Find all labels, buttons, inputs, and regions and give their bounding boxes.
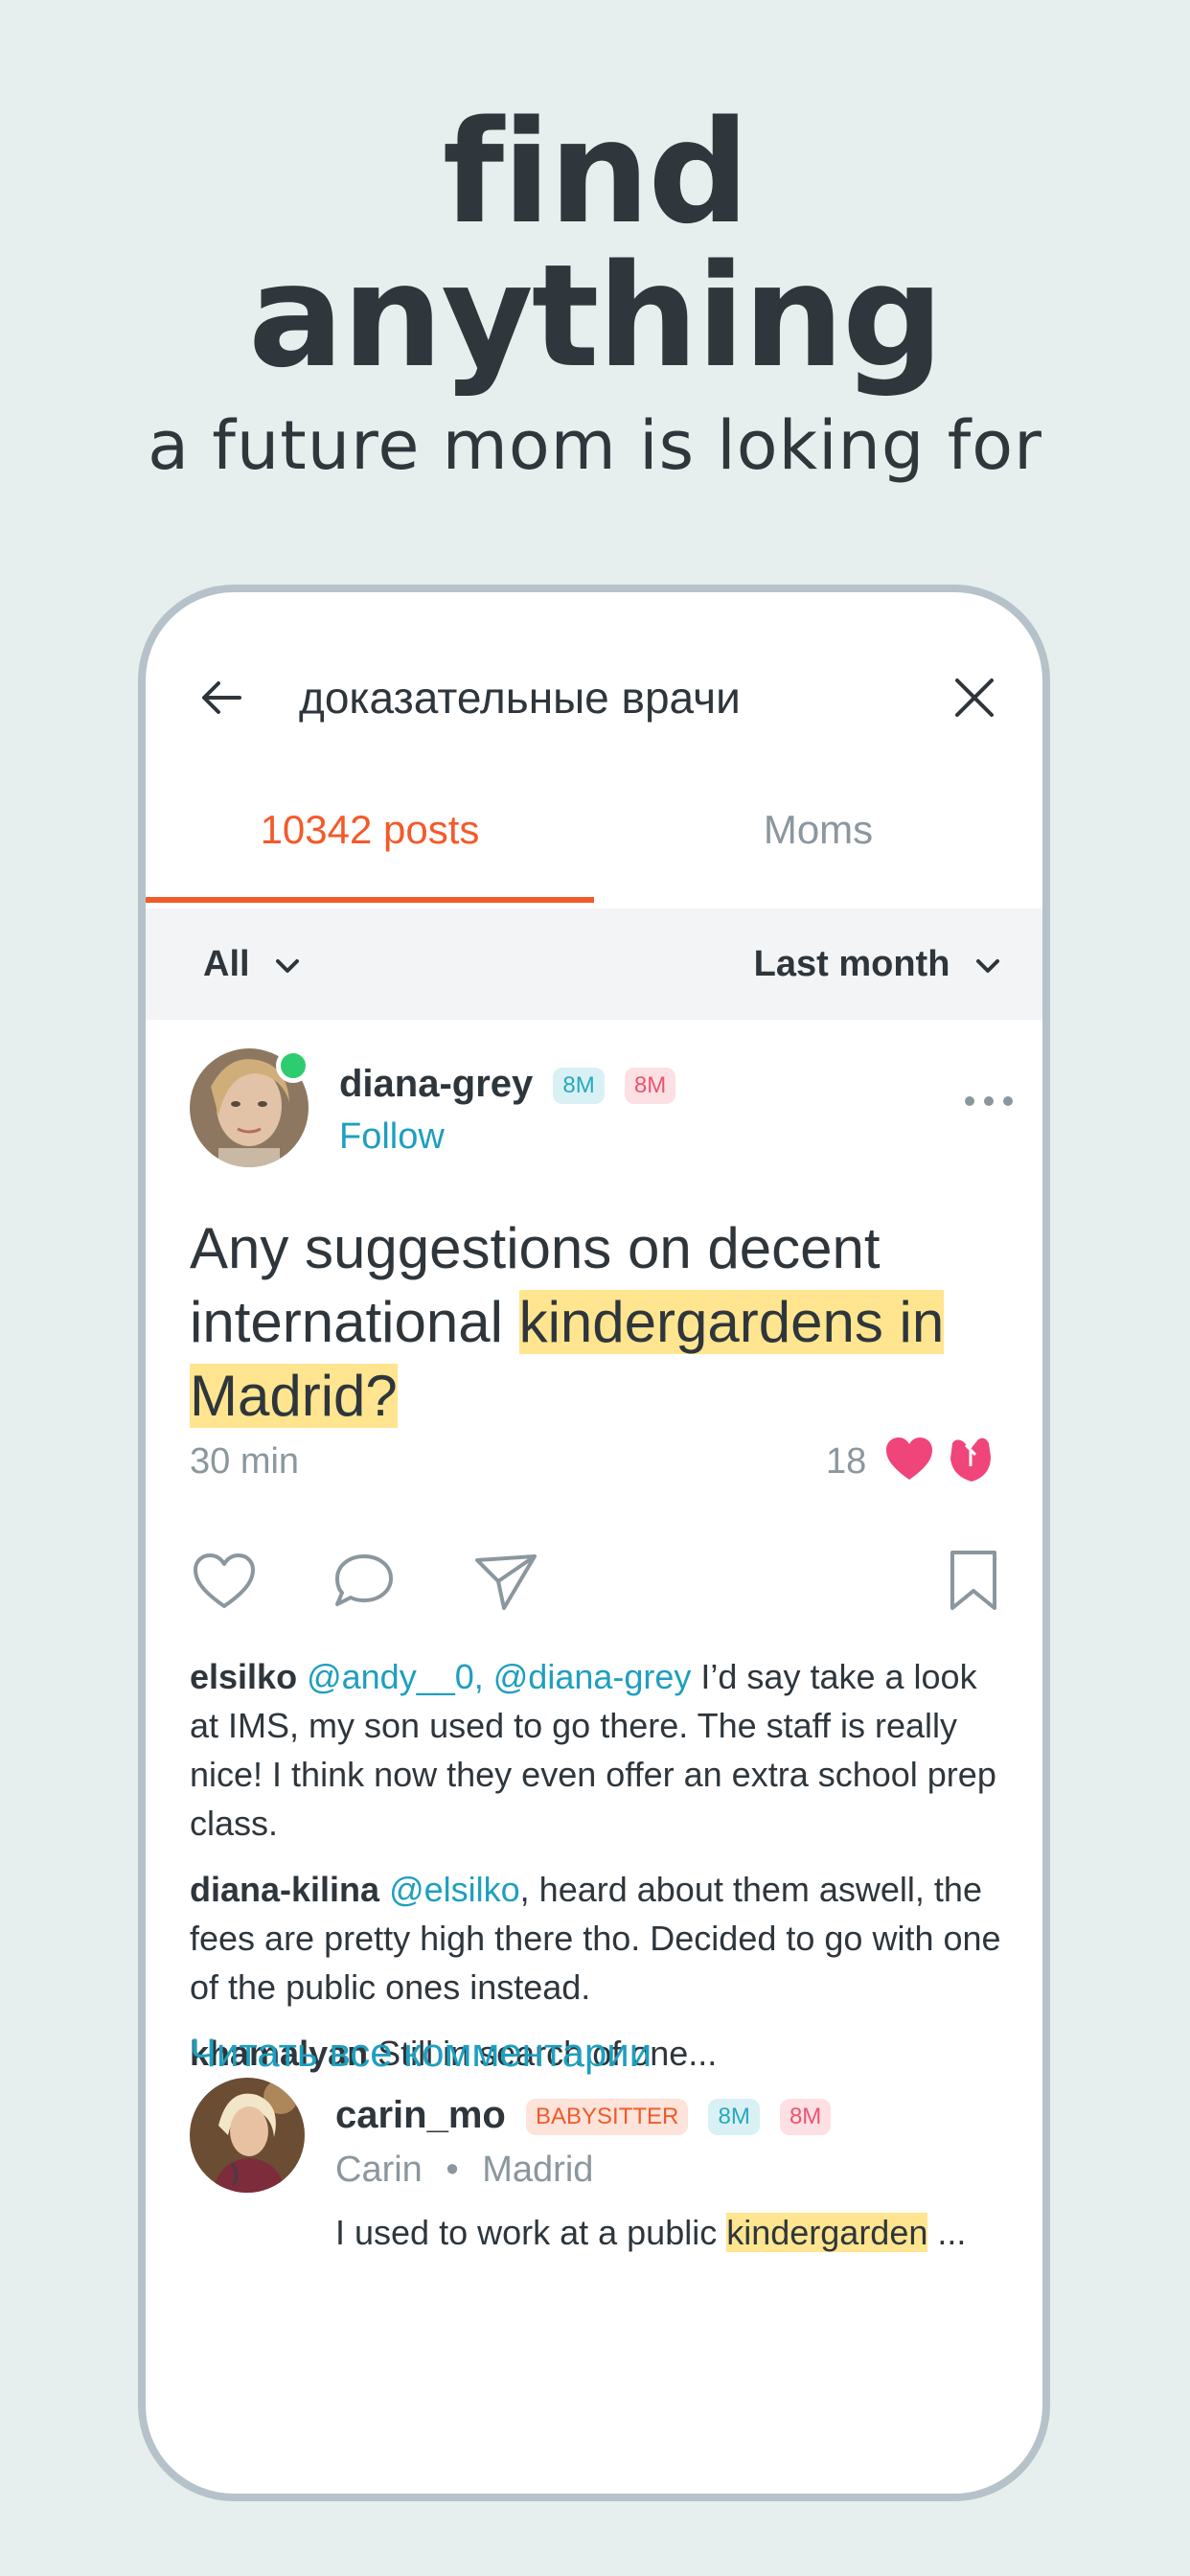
preview-plain: I used to work at a public: [335, 2213, 727, 2252]
comment-bubble-icon[interactable]: [330, 1547, 399, 1616]
active-tab-indicator: [146, 897, 594, 903]
tulip-reaction-icon[interactable]: [947, 1434, 995, 1485]
preview-highlight: kindergarden: [726, 2213, 928, 2252]
bookmark-icon[interactable]: [939, 1547, 1008, 1616]
online-status-dot: [276, 1048, 310, 1083]
phone-frame: доказательные врачи 10342 posts Moms All…: [138, 585, 1050, 2501]
author-name: Carin: [335, 2150, 423, 2190]
heart-reaction-icon[interactable]: [883, 1434, 935, 1485]
type-filter-dropdown[interactable]: All: [203, 939, 302, 989]
meta-separator: •: [446, 2150, 459, 2190]
tab-posts[interactable]: 10342 posts: [146, 803, 594, 857]
babysitter-badge: BABYSITTER: [525, 2099, 689, 2136]
hero-subtitle: a future mom is loking for: [148, 406, 1042, 485]
post-actions: [146, 1547, 1042, 1623]
more-options-icon[interactable]: [960, 1087, 1018, 1116]
read-all-comments-link[interactable]: Читать все комментарии: [190, 2026, 652, 2080]
author-location: Madrid: [482, 2150, 594, 2190]
post-preview-text[interactable]: I used to work at a public kindergarden …: [335, 2210, 966, 2256]
type-filter-label: All: [203, 944, 250, 984]
comment-mention[interactable]: @elsilko: [389, 1870, 520, 1909]
comment-mention[interactable]: @andy__0, @diana-grey: [307, 1657, 691, 1696]
pregnancy-badge: 8M: [708, 2099, 760, 2136]
chevron-down-icon: [976, 958, 999, 973]
post-author[interactable]: diana-grey 8M 8M: [339, 1060, 676, 1108]
avatar[interactable]: [190, 2078, 305, 2193]
period-filter-label: Last month: [753, 944, 950, 984]
post-author[interactable]: carin_mo BABYSITTER 8M 8M: [335, 2091, 832, 2139]
hero-title-line2: anything: [248, 234, 944, 399]
pregnancy-badge: 8M: [553, 1068, 605, 1105]
tab-moms[interactable]: Moms: [594, 803, 1042, 857]
search-query[interactable]: доказательные врачи: [299, 671, 741, 724]
post-text[interactable]: Any suggestions on decent international …: [190, 1211, 1004, 1433]
app-screen: доказательные врачи 10342 posts Moms All…: [146, 592, 1042, 2494]
pregnancy-badge: 8M: [624, 1068, 676, 1105]
post-author-name: diana-grey: [339, 1063, 534, 1105]
like-heart-icon[interactable]: [190, 1547, 259, 1616]
comment-item[interactable]: diana-kilina @elsilko, heard about them …: [190, 1865, 1004, 2012]
share-send-icon[interactable]: [471, 1547, 540, 1616]
author-meta: Carin • Madrid: [335, 2147, 593, 2193]
pregnancy-badge: 8M: [779, 2099, 832, 2136]
reaction-count: 18: [826, 1441, 867, 1482]
hero-title-line1: find: [442, 90, 749, 255]
filter-bar: All Last month: [146, 908, 1042, 1020]
comment-item[interactable]: elsilko @andy__0, @diana-grey I’d say ta…: [190, 1652, 1004, 1848]
comment-author[interactable]: diana-kilina: [190, 1870, 379, 1909]
post-timestamp: 30 min: [190, 1441, 300, 1482]
period-filter-dropdown[interactable]: Last month: [754, 939, 1002, 989]
search-bar: доказательные врачи: [146, 592, 1042, 736]
close-icon[interactable]: [946, 669, 1003, 726]
preview-ellipsis: ...: [927, 2213, 967, 2252]
post-author-name: carin_mo: [335, 2094, 506, 2136]
follow-button[interactable]: Follow: [339, 1114, 445, 1160]
comment-author[interactable]: elsilko: [190, 1657, 297, 1696]
results-tabs: 10342 posts Moms: [146, 774, 1042, 899]
chevron-down-icon: [276, 958, 300, 973]
back-arrow-icon[interactable]: [194, 669, 251, 726]
